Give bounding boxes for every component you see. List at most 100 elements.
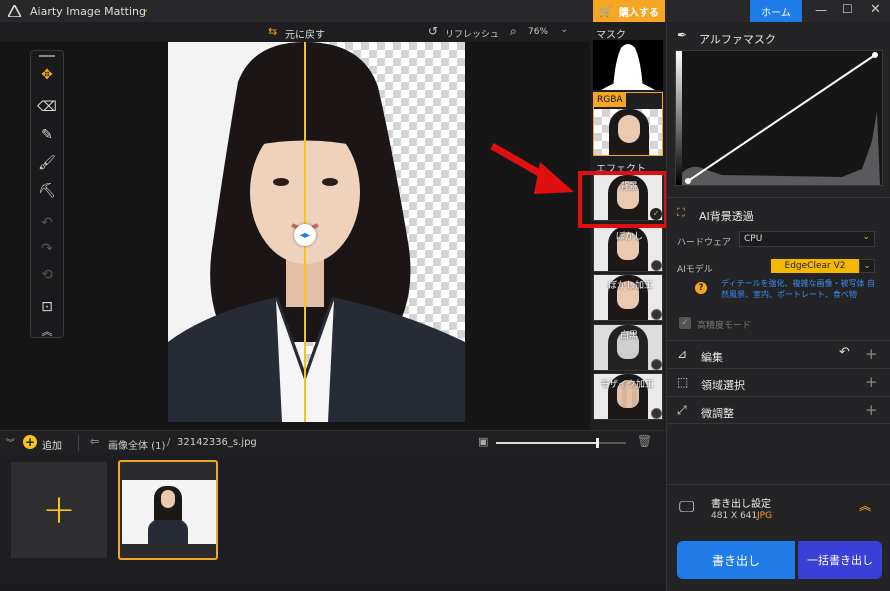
portrait-illustration [168,42,465,422]
redo-icon[interactable]: ↷ [31,237,63,261]
ai-background-icon: ⛶ [677,206,685,219]
ai-background-title: AI背景透過 [699,210,754,223]
export-size: 481 X 641 [711,511,758,521]
palette-grip[interactable] [39,55,55,57]
chevron-down-icon[interactable]: ⌄ [141,4,149,15]
highlight-box [578,171,668,228]
divider [78,435,79,451]
unselected-dot-icon [651,309,662,320]
rgba-thumbnail[interactable]: RGBA [593,92,663,156]
file-bar: ︾ + 追加 ⇦ 画像全体 (1) / 32142336_s.jpg ▣ 🗑 [0,430,666,454]
cart-icon: 🛒 [599,4,613,18]
refresh-button[interactable]: リフレッシュ [445,27,499,40]
refresh-icon[interactable]: ↺ [428,24,438,38]
export-settings-title: 書き出し設定 [711,499,771,510]
add-button[interactable]: 追加 [42,437,62,452]
undo-icon[interactable]: ↶ [31,211,63,235]
breadcrumb-separator: / [167,437,171,448]
hq-mode-label: 高精度モード [697,321,752,331]
paint-brush-icon[interactable]: 🖌 [31,151,63,175]
fine-tune-label: 微調整 [701,407,734,420]
close-icon[interactable]: ✕ [870,2,881,17]
edit-icon: ⊿ [677,347,688,361]
zoom-icon[interactable]: ⌕ [510,24,517,39]
trash-icon[interactable]: 🗑 [637,434,652,448]
zoom-level[interactable]: 76% [528,27,548,37]
zoom-chevron-icon[interactable]: ⌄ [560,24,568,35]
eyedropper-icon[interactable]: ✒ [677,28,687,42]
arrow-annotation-icon [490,142,574,194]
expand-plus-icon[interactable]: + [865,345,878,363]
effect-item-mosaic[interactable]: モザイク加工 [593,373,663,420]
breadcrumb-root[interactable]: 画像全体 (1) [108,437,165,452]
preview-image[interactable]: ◂▸ [168,42,465,422]
thumbnail-row: + [0,454,666,584]
alpha-curve [682,52,880,185]
mask-thumbnail[interactable] [593,40,663,90]
region-section[interactable]: ⬚ 領域選択 + [667,368,890,396]
tool-palette: ✥ ⌫ ✎ 🖌 ⛏ ↶ ↷ ⟲ ⊡ ︽ [30,50,64,338]
image-thumbnail[interactable] [118,460,218,560]
help-icon[interactable]: ? [695,282,707,294]
collapse-down-icon[interactable]: ︾ [6,436,15,449]
export-format: JPG [757,511,773,521]
rgba-label: RGBA [594,93,626,107]
ai-model-dropdown[interactable]: ⌄ [859,259,875,273]
fine-tune-section[interactable]: ⤢ 微調整 + [667,396,890,424]
ai-model-label: AIモデル [677,265,713,275]
export-settings-icon: 🖵 [679,497,695,516]
app-title: Aiarty Image Matting [30,5,146,18]
settings-panel: ✒ アルファマスク ⛶ AI背景透過 ハードウェア CPU ⌄ AIモデル Ed… [666,22,890,591]
title-bar: Aiarty Image Matting ⌄ 🛒 購入する ホーム — ☐ ✕ [0,0,890,22]
export-button[interactable]: 書き出し [677,541,795,579]
move-tool-icon[interactable]: ✥ [31,63,63,87]
expand-plus-icon[interactable]: + [865,373,878,391]
region-label: 領域選択 [701,379,745,392]
mask-header: マスク [596,30,626,41]
ai-background-section: ⛶ AI背景透過 ハードウェア CPU ⌄ AIモデル EdgeClear V2… [667,197,890,357]
minimize-icon[interactable]: — [815,3,827,17]
reset-icon[interactable]: ⟲ [31,263,63,287]
edit-label: 編集 [701,351,723,364]
collapse-up-icon[interactable]: ︽ [859,497,871,514]
plus-icon: + [42,487,76,533]
roller-icon[interactable]: ⛏ [31,179,63,203]
breadcrumb-file: 32142336_s.jpg [177,437,257,448]
unselected-dot-icon [651,260,662,271]
effect-item-blur[interactable]: ぼかし [593,225,663,272]
compare-icon[interactable]: ⊡ [31,295,63,319]
expand-plus-icon[interactable]: + [865,401,878,419]
brush-icon[interactable]: ✎ [31,123,63,147]
alpha-curve-graph[interactable] [675,50,883,186]
unselected-dot-icon [651,359,662,370]
alpha-mask-title: アルファマスク [699,33,776,46]
batch-export-button[interactable]: 一括書き出し [798,541,882,579]
buy-button[interactable]: 🛒 購入する [593,0,665,22]
home-button[interactable]: ホーム [750,0,802,22]
unselected-dot-icon [651,408,662,419]
fine-tune-icon: ⤢ [677,403,687,417]
add-icon[interactable]: + [23,435,37,449]
ai-model-select[interactable]: EdgeClear V2 [771,259,859,273]
maximize-icon[interactable]: ☐ [842,2,853,16]
export-settings[interactable]: 🖵 書き出し設定 481 X 641 JPG ︽ [667,484,890,530]
undo-all-button[interactable]: 元に戻す [285,26,325,41]
edit-section[interactable]: ⊿ 編集 ↶ + [667,340,890,368]
chevron-down-icon: ⌄ [862,232,870,242]
hq-mode-checkbox[interactable]: ✓ [679,317,691,329]
eraser-icon[interactable]: ⌫ [31,95,63,119]
hardware-select[interactable]: CPU ⌄ [739,231,875,247]
effect-item-blur-edit[interactable]: ぼかし加工 [593,274,663,321]
thumbnail-size-slider[interactable] [496,438,626,448]
collapse-up-icon[interactable]: ︽ [31,319,63,343]
add-image-button[interactable]: + [11,462,107,558]
app-logo-icon [6,3,23,18]
compare-handle-icon[interactable]: ◂▸ [294,224,316,246]
image-icon: ▣ [478,435,489,448]
undo-icon[interactable]: ↶ [839,345,850,360]
back-arrow-icon[interactable]: ⇦ [90,435,99,448]
swap-icon[interactable]: ⇆ [268,25,277,38]
canvas-toolbar: ⇆ 元に戻す ↺ リフレッシュ ⌕ 76% ⌄ [0,22,590,42]
effect-item-monochrome[interactable]: 白黒 [593,324,663,371]
ai-model-description: ディテールを強化、複雑な画像・被写体 自然風景、室内、ポートレート、食べ物 [721,279,875,299]
